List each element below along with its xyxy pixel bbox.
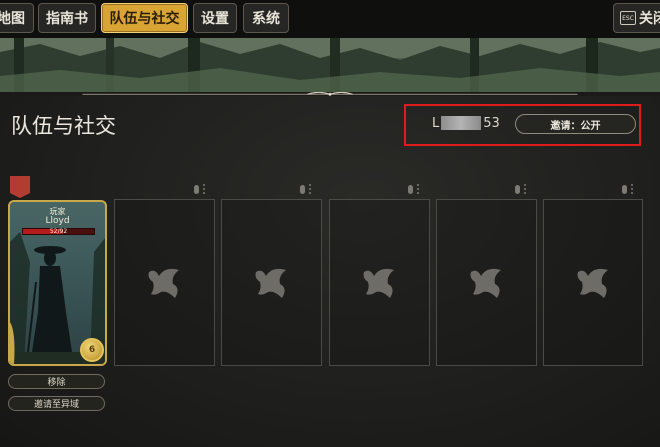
- tab-settings-label: 设置: [201, 11, 229, 27]
- bird-silhouette-icon: [255, 268, 286, 298]
- top-menu-bar: 地图 指南书 队伍与社交 设置 系统 ESC 关闭: [0, 0, 660, 38]
- health-bar: 52/92: [22, 228, 95, 235]
- mic-icon[interactable]: [408, 184, 413, 194]
- forest-illustration: [0, 38, 660, 92]
- tab-guidebook-label: 指南书: [46, 11, 88, 27]
- tab-system-label: 系统: [252, 11, 280, 27]
- mic-icon[interactable]: [300, 184, 305, 194]
- slot-controls: [515, 183, 539, 195]
- highlight-box: [404, 104, 641, 146]
- tab-party-social-label: 队伍与社交: [109, 11, 180, 27]
- tab-party-social[interactable]: 队伍与社交: [101, 3, 188, 33]
- mic-icon[interactable]: [194, 184, 199, 194]
- bird-silhouette-icon: [577, 268, 608, 298]
- remove-label: 移除: [47, 378, 66, 388]
- close-button[interactable]: ESC 关闭: [613, 3, 660, 33]
- player-name: Lloyd: [45, 216, 70, 226]
- tab-map-label: 地图: [0, 11, 25, 27]
- more-menu-icon[interactable]: [309, 184, 311, 194]
- empty-party-slot[interactable]: [329, 199, 430, 366]
- empty-party-slot[interactable]: [436, 199, 537, 366]
- more-menu-icon[interactable]: [203, 184, 205, 194]
- more-menu-icon[interactable]: [631, 184, 633, 194]
- level-badge: 6: [80, 338, 104, 362]
- mic-icon[interactable]: [622, 184, 627, 194]
- invite-to-world-label: 邀请至异域: [33, 400, 79, 410]
- empty-party-slot[interactable]: [221, 199, 322, 366]
- slot-controls: [408, 183, 432, 195]
- bird-silhouette-icon: [470, 268, 501, 298]
- player-card[interactable]: 玩家 Lloyd 52/92 6: [8, 200, 107, 366]
- slot-controls: [194, 183, 218, 195]
- tab-map[interactable]: 地图: [0, 3, 34, 33]
- tab-guidebook[interactable]: 指南书: [38, 3, 96, 33]
- page-title: 队伍与社交: [11, 114, 116, 138]
- forest-banner: [0, 38, 660, 92]
- tab-settings[interactable]: 设置: [193, 3, 237, 33]
- invite-to-world-button[interactable]: 邀请至异域: [8, 396, 105, 411]
- more-menu-icon[interactable]: [524, 184, 526, 194]
- slot-controls: [622, 183, 646, 195]
- remove-button[interactable]: 移除: [8, 374, 105, 389]
- mic-icon[interactable]: [515, 184, 520, 194]
- bird-silhouette-icon: [148, 268, 179, 298]
- tab-system[interactable]: 系统: [243, 3, 289, 33]
- health-text: 52/92: [49, 228, 68, 235]
- empty-party-slot[interactable]: [114, 199, 215, 366]
- empty-party-slot[interactable]: [543, 199, 643, 366]
- more-menu-icon[interactable]: [417, 184, 419, 194]
- esc-key-icon: ESC: [620, 11, 636, 25]
- bird-silhouette-icon: [363, 268, 394, 298]
- slot-controls: [300, 183, 324, 195]
- close-label: 关闭: [639, 11, 660, 27]
